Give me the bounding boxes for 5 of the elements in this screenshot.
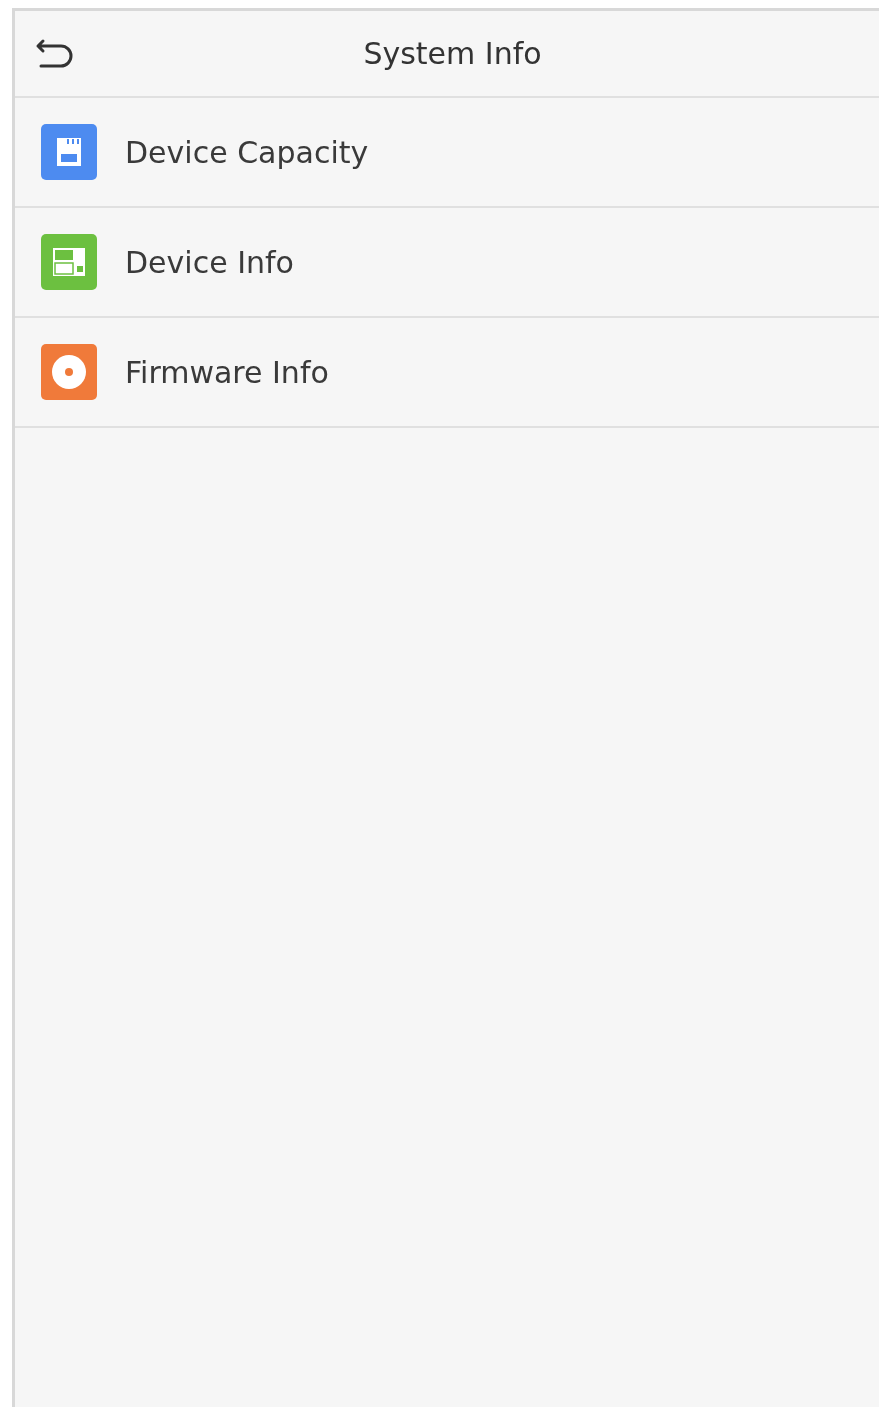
back-icon[interactable] (35, 37, 75, 71)
menu-item[interactable]: Device Info (15, 208, 879, 318)
menu-item[interactable]: Firmware Info (15, 318, 879, 428)
screen-title: System Info (363, 36, 542, 71)
menu-item[interactable]: Device Capacity (15, 98, 879, 208)
